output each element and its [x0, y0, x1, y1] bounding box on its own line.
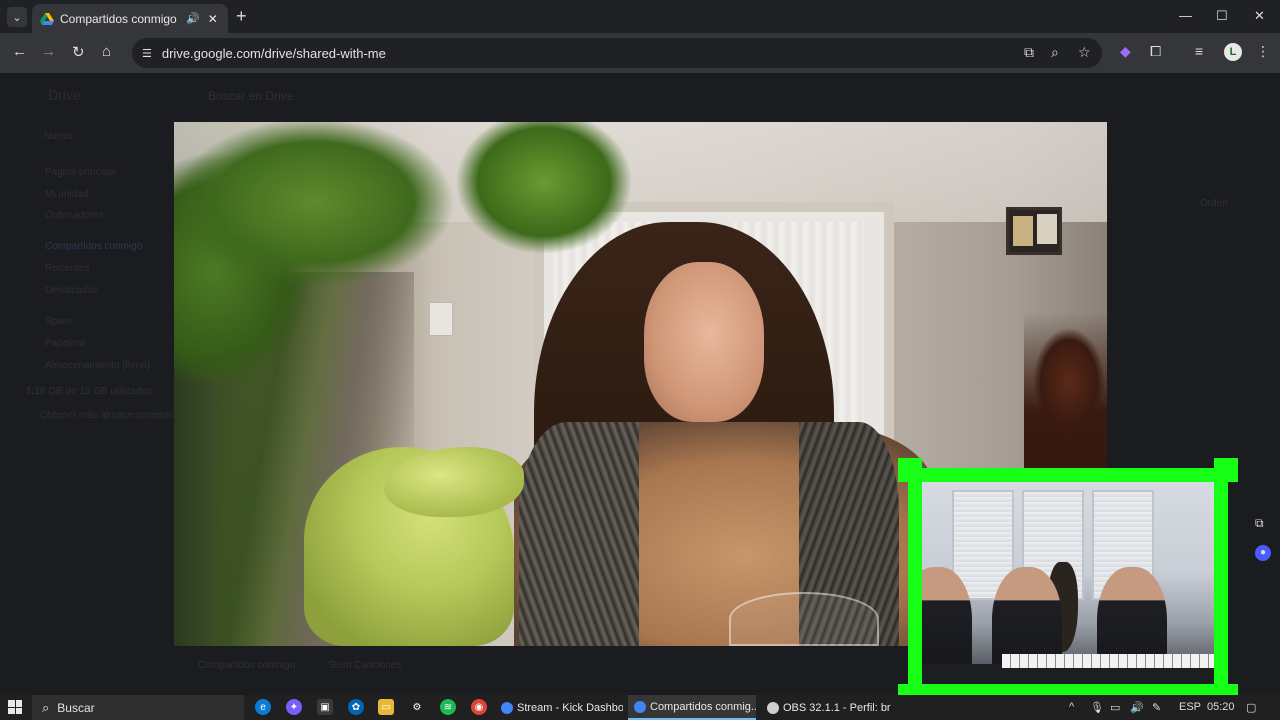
minimize-button[interactable]: — [1179, 8, 1192, 23]
url-text: drive.google.com/drive/shared-with-me [161, 45, 386, 61]
language-indicator[interactable]: ESP [1179, 701, 1201, 713]
new-tab-button[interactable]: + [236, 6, 247, 27]
plant-leaves [174, 122, 644, 382]
maximize-button[interactable]: ☐ [1216, 8, 1228, 24]
reload-icon[interactable]: ↻ [72, 43, 85, 61]
sidebar-item-home: Página principal [45, 167, 117, 178]
search-icon: ⌕ [42, 699, 50, 715]
notifications-icon[interactable]: ▢ [1246, 701, 1256, 714]
tray-chevron-icon[interactable]: ^ [1069, 701, 1074, 713]
drive-search-placeholder: Buscar en Drive [208, 89, 294, 103]
speaker-icon[interactable]: 🔊 [186, 12, 200, 25]
sidebar-item-trash: Papelera [45, 338, 86, 349]
tab-title: Compartidos conmigo - Google Drive [60, 11, 180, 26]
taskbar-app-label: Compartidos conmig... [650, 700, 756, 713]
network-icon[interactable]: ▭ [1110, 701, 1120, 714]
sidebar-item-my-drive: Mi unidad [45, 189, 89, 200]
windows-taskbar: ⌕ Buscar e ✦ ▣ ✿ ▭ ⚙ ≋ ◉ Stream - Kick D… [0, 695, 1280, 720]
drive-new-button: Nuevo [44, 131, 73, 142]
sort-label: Orden [1200, 198, 1228, 209]
store-icon[interactable]: ▣ [317, 699, 333, 715]
close-window-button[interactable]: ✕ [1254, 8, 1265, 24]
back-arrow-icon[interactable]: ← [12, 43, 27, 60]
chrome-icon [501, 701, 513, 714]
close-tab-icon[interactable]: ✕ [208, 12, 218, 26]
chrome-icon [634, 700, 646, 713]
bookmark-star-icon[interactable]: ☆ [1078, 44, 1091, 61]
taskbar-app-kick[interactable]: Stream - Kick Dashbo... [495, 695, 623, 720]
pen-icon[interactable]: ✎ [1152, 701, 1161, 714]
taskbar-app-label: OBS 32.1.1 - Perfil: bra... [783, 701, 891, 714]
volume-icon[interactable]: 🔊 [1130, 701, 1144, 714]
home-icon[interactable]: ⌂ [102, 43, 111, 60]
address-bar[interactable]: ☰ drive.google.com/drive/shared-with-me [132, 38, 1102, 68]
side-panel-icon[interactable]: ⧉ [1255, 516, 1264, 531]
install-app-icon[interactable]: ⧉ [1024, 44, 1034, 61]
site-info-icon[interactable]: ☰ [142, 47, 152, 60]
profile-avatar[interactable]: L [1224, 43, 1242, 61]
taskbar-search-label: Buscar [57, 700, 95, 715]
browser-tab-strip: ⌄ Compartidos conmigo - Google Drive 🔊 ✕… [0, 0, 1280, 33]
microphone-icon[interactable]: 🎙 [1090, 701, 1104, 714]
taskbar-app-drive[interactable]: Compartidos conmig... [628, 695, 756, 720]
forward-arrow-icon[interactable]: → [41, 43, 56, 60]
assistant-bot-icon[interactable]: ● [1255, 545, 1271, 561]
file-explorer-icon[interactable]: ▭ [378, 699, 394, 715]
sidebar-item-computers: Ordenadores [45, 210, 104, 221]
settings-gear-icon[interactable]: ⚙ [409, 699, 425, 715]
fur-vest-left [519, 422, 639, 646]
spotify-icon[interactable]: ≋ [440, 699, 456, 715]
wall-picture [1006, 207, 1062, 255]
pip-keyboard [1002, 654, 1214, 668]
zoom-icon[interactable]: ⌕ [1051, 44, 1059, 61]
media-control-icon[interactable]: ≡ [1195, 43, 1203, 59]
drive-app-name: Drive [48, 87, 81, 103]
sidebar-item-spam: Spam [45, 316, 72, 327]
taskbar-app-obs[interactable]: OBS 32.1.1 - Perfil: bra... [761, 695, 891, 720]
breadcrumb-folder: Stem Canciones [328, 660, 402, 671]
browser-menu-icon[interactable]: ⋮ [1256, 43, 1270, 60]
tab-search-button[interactable]: ⌄ [7, 7, 27, 27]
pip-camera-overlay [898, 458, 1238, 708]
get-storage-button: Obtener más almacenamiento [40, 410, 174, 421]
clock-time[interactable]: 05:20 [1207, 701, 1235, 713]
windows-start-icon[interactable] [8, 700, 22, 714]
chrome-icon[interactable]: ◉ [471, 699, 487, 715]
wine-glass [729, 592, 879, 646]
pip-corner [898, 458, 922, 482]
edge-icon[interactable]: e [255, 699, 271, 715]
extensions-puzzle-icon[interactable]: ⧠ [1150, 43, 1161, 60]
browser-tab-active[interactable]: Compartidos conmigo - Google Drive 🔊 ✕ [32, 4, 228, 33]
sidebar-item-shared: Compartidos conmigo [45, 241, 143, 252]
browser-toolbar: ← → ↻ ⌂ ☰ drive.google.com/drive/shared-… [0, 33, 1280, 73]
extension-gem-icon[interactable]: ◆ [1120, 43, 1131, 60]
pip-corner [1214, 458, 1238, 482]
obs-icon [767, 701, 779, 714]
breadcrumb-shared: Compartidos conmigo [198, 660, 296, 671]
person-face [644, 262, 764, 422]
copilot-icon[interactable]: ✦ [286, 699, 302, 715]
pip-camera-image [922, 482, 1214, 684]
taskbar-app-label: Stream - Kick Dashbo... [517, 701, 623, 714]
colorful-app-icon[interactable]: ✿ [348, 699, 364, 715]
sidebar-item-storage: Almacenamiento (lleno) [45, 360, 151, 371]
sidebar-item-recent: Recientes [45, 263, 90, 274]
taskbar-search[interactable]: ⌕ Buscar [32, 695, 244, 720]
sidebar-item-starred: Destacados [45, 285, 98, 296]
storage-usage-text: 1,18 GB de 15 GB utilizados [26, 386, 153, 397]
google-drive-icon [40, 12, 54, 25]
